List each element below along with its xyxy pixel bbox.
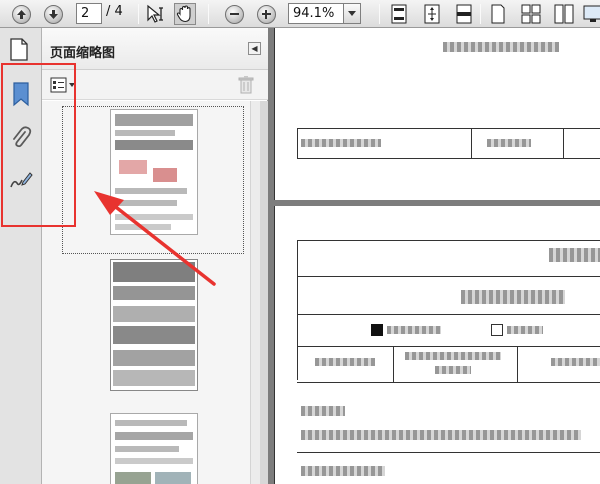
document-page (274, 28, 600, 200)
bookmarks-button[interactable] (8, 81, 34, 107)
continuous-view-button[interactable] (553, 3, 575, 25)
zoom-out-button[interactable] (223, 3, 245, 25)
delete-page-button[interactable] (238, 76, 254, 98)
actual-size-icon (424, 4, 440, 24)
fit-page-button[interactable] (388, 3, 410, 25)
bookmark-icon (13, 82, 29, 107)
minus-icon (224, 4, 244, 24)
attachments-button[interactable] (8, 124, 34, 150)
fit-width-button[interactable] (453, 3, 475, 25)
continuous-page-icon (554, 4, 574, 24)
previous-page-button[interactable] (10, 3, 32, 25)
monitor-icon (583, 5, 600, 22)
zoom-level-input[interactable]: 94.1% (288, 3, 344, 24)
toolbar-divider (208, 4, 209, 24)
plus-icon (256, 4, 276, 24)
collapse-panel-button[interactable]: ◀ (248, 42, 261, 55)
pages-icon (10, 38, 28, 61)
up-arrow-icon (11, 4, 31, 24)
trash-icon (238, 76, 254, 94)
chevron-down-icon (348, 11, 356, 16)
down-arrow-icon (43, 4, 63, 24)
fullscreen-button[interactable] (582, 3, 600, 25)
signatures-button[interactable] (8, 167, 34, 193)
fit-width-icon (456, 4, 472, 24)
toolbar-divider (480, 4, 481, 24)
collapse-arrow-icon: ◀ (251, 44, 258, 53)
fit-page-icon (391, 4, 407, 24)
page-thumbnail-2[interactable] (110, 259, 198, 391)
single-page-view-button[interactable] (487, 3, 509, 25)
two-page-icon (521, 4, 541, 24)
two-page-view-button[interactable] (520, 3, 542, 25)
select-tool-icon (147, 4, 163, 23)
toolbar-divider (379, 4, 380, 24)
hand-tool-icon (176, 5, 191, 23)
page-total-label: / 4 (106, 4, 123, 19)
actual-size-button[interactable] (421, 3, 443, 25)
page-thumbnail-3[interactable] (110, 413, 198, 484)
document-view[interactable] (268, 28, 600, 484)
document-page (274, 206, 600, 484)
thumbnail-scrollbar[interactable] (250, 101, 260, 484)
toolbar-divider (138, 4, 139, 24)
paperclip-icon (13, 126, 32, 148)
pages-panel-button[interactable] (8, 36, 30, 66)
page-thumbnail-1[interactable] (110, 109, 198, 235)
next-page-button[interactable] (42, 3, 64, 25)
single-page-icon (491, 4, 505, 24)
toolbar: 2 / 4 94.1% (0, 0, 600, 28)
zoom-dropdown-button[interactable] (343, 3, 361, 24)
signature-icon (10, 172, 33, 188)
hand-tool-button[interactable] (174, 3, 196, 25)
panel-title: 页面缩略图 (50, 46, 116, 61)
zoom-in-button[interactable] (255, 3, 277, 25)
panel-splitter[interactable] (260, 101, 268, 484)
page-number-input[interactable]: 2 (76, 3, 102, 24)
select-tool-button[interactable] (144, 3, 166, 25)
